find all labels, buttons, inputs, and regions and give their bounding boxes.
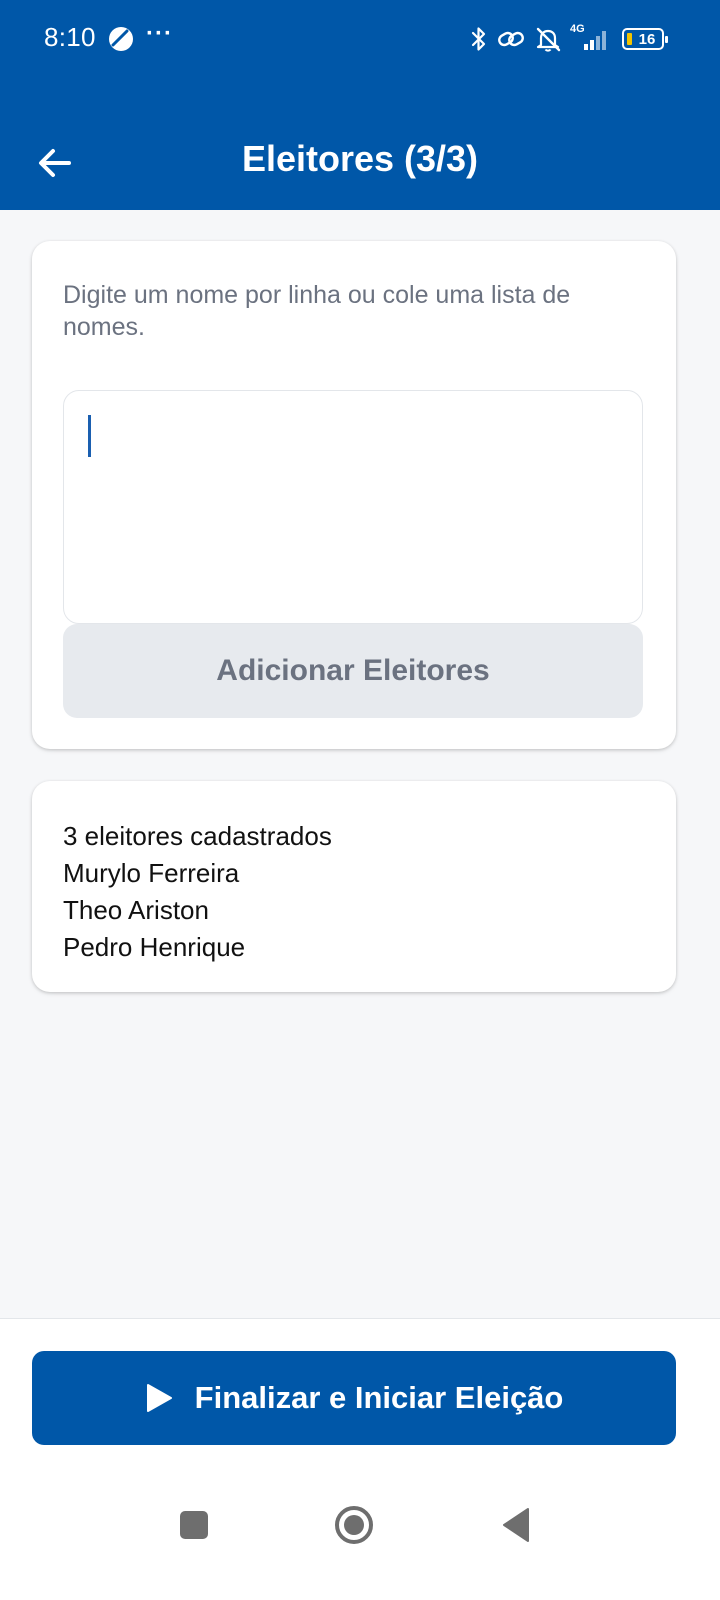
status-time: 8:10 — [44, 22, 96, 52]
page-title: Eleitores (3/3) — [241, 138, 479, 179]
back-icon — [503, 1508, 529, 1542]
voters-list-card: 3 eleitores cadastrados Murylo Ferreira … — [32, 781, 676, 992]
list-item: Murylo Ferreira — [63, 858, 240, 888]
status-icons: 4G 16 — [470, 22, 668, 56]
bell-off-icon — [534, 25, 562, 53]
add-voters-button[interactable]: Adicionar Eleitores — [63, 624, 643, 718]
status-bar: 8:10 ··· 4G 16 — [0, 0, 720, 80]
list-item: Theo Ariston — [63, 895, 209, 925]
home-button[interactable] — [332, 1503, 376, 1547]
signal-icon: 4G — [570, 23, 614, 53]
list-item: Pedro Henrique — [63, 932, 246, 962]
bottom-action-area: Finalizar e Iniciar Eleição — [0, 1318, 720, 1600]
recent-apps-button[interactable] — [172, 1503, 216, 1547]
more-notifications-indicator: ··· — [146, 20, 173, 47]
battery-icon: 16 — [622, 28, 668, 50]
play-icon — [146, 1384, 172, 1412]
app-bar: Eleitores (3/3) — [0, 80, 720, 210]
voters-count-label: 3 eleitores cadastrados — [63, 821, 332, 851]
link-icon — [496, 25, 526, 53]
system-navigation-bar — [0, 1469, 720, 1579]
bluetooth-icon — [470, 25, 488, 53]
add-voters-card: Digite um nome por linha ou cole uma lis… — [32, 241, 676, 749]
system-back-button[interactable] — [494, 1503, 538, 1547]
voter-names-textarea[interactable] — [63, 390, 643, 624]
finish-and-start-election-label: Finalizar e Iniciar Eleição — [194, 1380, 564, 1415]
instructions-text: Digite um nome por linha ou cole uma lis… — [63, 281, 571, 341]
text-caret — [88, 415, 91, 457]
app-notification-icon — [108, 26, 134, 52]
recent-apps-icon — [180, 1511, 208, 1539]
finish-and-start-election-button[interactable]: Finalizar e Iniciar Eleição — [32, 1351, 676, 1445]
battery-level: 16 — [638, 30, 656, 48]
voters-list: 3 eleitores cadastrados Murylo Ferreira … — [63, 818, 332, 966]
home-icon — [335, 1506, 373, 1544]
